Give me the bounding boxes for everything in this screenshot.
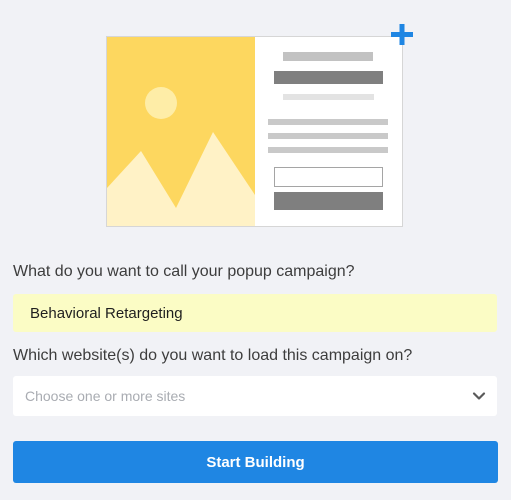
- preview-heading-bar: [274, 71, 383, 84]
- preview-button-bar: [274, 192, 383, 210]
- preview-input-box: [274, 167, 383, 187]
- website-question: Which website(s) do you want to load thi…: [13, 347, 413, 364]
- preview-text-line: [268, 119, 388, 125]
- preview-subtitle-bar: [283, 94, 374, 100]
- campaign-name-input[interactable]: [13, 294, 497, 332]
- campaign-name-question: What do you want to call your popup camp…: [13, 263, 355, 280]
- preview-text-line: [268, 147, 388, 153]
- preview-text-line: [268, 133, 388, 139]
- chevron-down-icon: [472, 392, 486, 400]
- start-building-button[interactable]: Start Building: [13, 441, 498, 483]
- website-select[interactable]: Choose one or more sites: [13, 376, 497, 416]
- popup-preview-illustration: [106, 24, 413, 227]
- image-placeholder-icon: [107, 37, 255, 226]
- website-select-placeholder: Choose one or more sites: [25, 388, 186, 404]
- preview-title-bar: [283, 52, 373, 61]
